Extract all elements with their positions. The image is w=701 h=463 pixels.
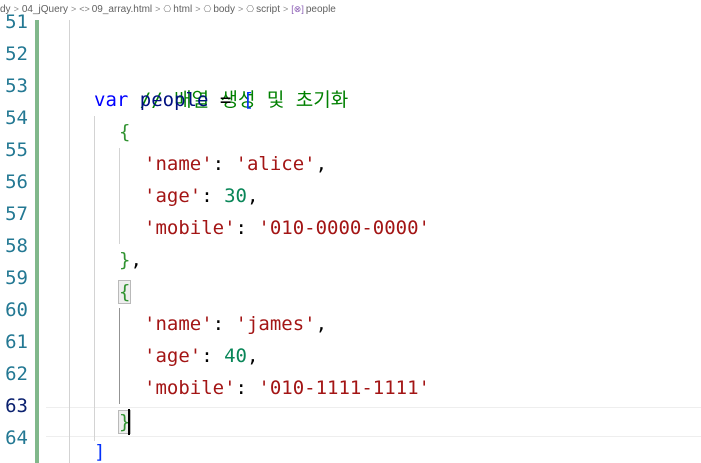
code-line-53[interactable]: var people = [: [94, 84, 254, 116]
line-number: 57: [5, 203, 28, 225]
breadcrumb-item-html[interactable]: ⎔ html: [163, 4, 192, 15]
code-comma: ,: [315, 313, 328, 335]
code-line-62[interactable]: 'mobile': '010-1111-1111': [144, 372, 430, 404]
indent-guide: [69, 20, 70, 463]
code-comma: ,: [246, 185, 259, 207]
code-comma: ,: [246, 345, 259, 367]
breadcrumb-item-people[interactable]: [⊗] people: [291, 4, 336, 15]
line-number: 55: [5, 139, 28, 161]
code-line-54[interactable]: {: [119, 116, 130, 148]
line-number: 60: [5, 299, 28, 321]
code-colon: :: [212, 153, 236, 175]
html-file-icon: <>: [79, 4, 90, 14]
line-number: 59: [5, 267, 28, 289]
code-string-value: 'james': [235, 313, 316, 335]
indent-guide: [94, 116, 95, 441]
line-number: 54: [5, 107, 28, 129]
code-colon: :: [235, 217, 259, 239]
line-number: 61: [5, 331, 28, 353]
code-string-key: 'age': [144, 185, 202, 207]
code-string-key: 'mobile': [144, 217, 236, 239]
code-string-key: 'name': [144, 313, 213, 335]
code-number: 30: [224, 185, 247, 207]
element-icon: ⎔: [246, 3, 255, 14]
code-string-value: '010-0000-0000': [258, 217, 430, 239]
code-string-key: 'mobile': [144, 377, 236, 399]
line-number: 56: [5, 171, 28, 193]
code-comma: ,: [315, 153, 328, 175]
breadcrumb-item-body[interactable]: ⎔ body: [203, 4, 235, 15]
line-number: 52: [5, 43, 28, 65]
code-keyword: var: [94, 89, 129, 111]
code-bracket-matched: {: [117, 280, 132, 304]
code-string-value: '010-1111-1111': [258, 377, 430, 399]
chevron-right-icon: >: [283, 4, 289, 14]
breadcrumb-item-script[interactable]: ⎔ script: [246, 4, 280, 15]
line-number: 62: [5, 363, 28, 385]
element-icon: ⎔: [163, 3, 172, 14]
code-line-52[interactable]: // 배열 생성 및 초기화: [94, 52, 348, 111]
code-line-60[interactable]: 'name': 'james',: [144, 308, 327, 340]
code-line-55[interactable]: 'name': 'alice',: [144, 148, 327, 180]
code-bracket: [: [242, 89, 255, 111]
code-line-56[interactable]: 'age': 30,: [144, 180, 258, 212]
code-identifier: people: [139, 89, 209, 111]
code-line-58[interactable]: },: [119, 244, 142, 276]
breadcrumb-item-jquery[interactable]: 04_jQuery: [22, 4, 68, 15]
line-number: 53: [5, 75, 28, 97]
line-number: 58: [5, 235, 28, 257]
line-number-gutter[interactable]: 51 52 53 54 55 56 57 58 59 60 61 62 63 6…: [0, 11, 32, 463]
code-string-key: 'age': [144, 345, 202, 367]
line-number-current: 63: [5, 395, 28, 417]
code-line-61[interactable]: 'age': 40,: [144, 340, 258, 372]
indent-guide: [119, 148, 120, 244]
code-editor[interactable]: dy > 04_jQuery > <> 09_array.html > ⎔ html…: [0, 0, 701, 463]
chevron-right-icon: >: [70, 4, 77, 14]
code-colon: :: [212, 313, 236, 335]
code-colon: :: [201, 345, 225, 367]
code-number: 40: [224, 345, 247, 367]
line-number: 64: [5, 427, 28, 449]
element-icon: ⎔: [203, 3, 212, 14]
code-bracket: {: [119, 121, 131, 143]
indent-guide-active: [119, 308, 120, 404]
code-string-key: 'name': [144, 153, 213, 175]
code-line-59[interactable]: {: [117, 276, 132, 308]
variable-icon: [⊗]: [291, 3, 304, 14]
code-comma: ,: [130, 249, 142, 271]
chevron-right-icon: >: [238, 4, 244, 14]
chevron-right-icon: >: [155, 4, 161, 14]
chevron-right-icon: >: [195, 4, 201, 14]
breadcrumb: dy > 04_jQuery > <> 09_array.html > ⎔ html…: [0, 0, 701, 18]
code-bracket: }: [119, 249, 131, 271]
diff-added-indicator[interactable]: [35, 20, 39, 463]
code-colon: :: [235, 377, 259, 399]
code-operator: =: [208, 89, 243, 111]
text-cursor: [128, 409, 130, 435]
current-line-highlight: [46, 407, 701, 437]
code-line-57[interactable]: 'mobile': '010-0000-0000': [144, 212, 430, 244]
code-bracket: ]: [94, 441, 106, 463]
line-number: 51: [5, 11, 28, 33]
code-string-value: 'alice': [235, 153, 316, 175]
breadcrumb-item-file[interactable]: <> 09_array.html: [79, 4, 152, 15]
code-colon: :: [201, 185, 225, 207]
code-line-64[interactable]: ]: [94, 436, 105, 463]
